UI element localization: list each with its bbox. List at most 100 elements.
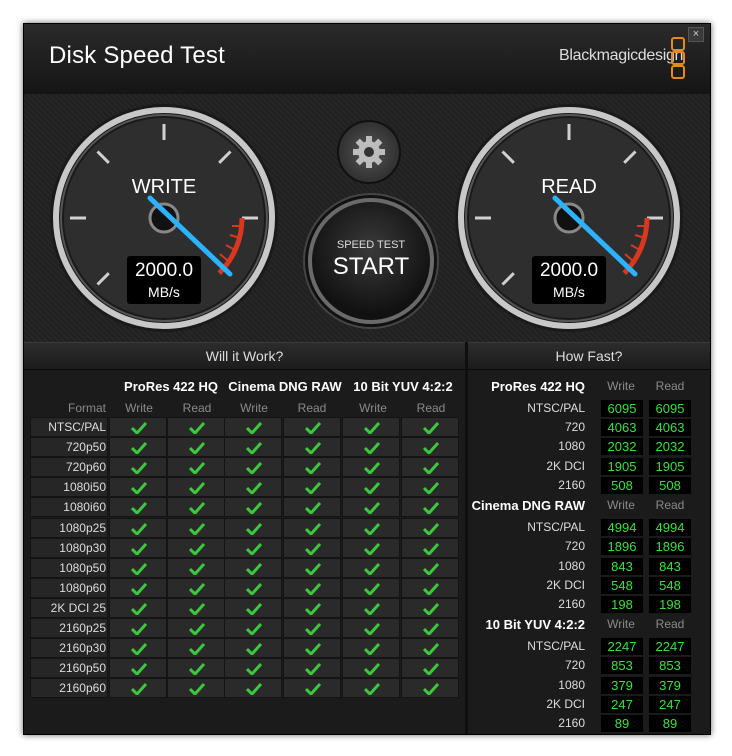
checkmark-icon — [364, 462, 380, 475]
format-row-label: 2160p60 — [59, 681, 106, 696]
checkmark-icon — [246, 542, 262, 555]
speed-row-label: 2K DCI — [546, 577, 585, 592]
checkmark-icon — [305, 522, 321, 535]
read-speed-unit: MB/s — [553, 284, 585, 300]
start-button[interactable]: SPEED TEST START — [308, 198, 434, 324]
checkmark-icon — [305, 562, 321, 575]
checkmark-icon — [189, 663, 205, 676]
checkmark-icon — [246, 482, 262, 495]
write-fps-value: 1896 — [600, 537, 644, 557]
checkmark-icon — [364, 442, 380, 455]
compatibility-cell — [167, 678, 225, 699]
compatibility-cell — [109, 678, 167, 699]
format-column-header: Format — [67, 401, 106, 415]
compatibility-cell — [224, 577, 282, 598]
checkmark-icon — [189, 522, 205, 535]
checkmark-icon — [131, 462, 147, 475]
compatibility-cell — [342, 577, 400, 598]
compatibility-cell — [401, 557, 459, 578]
checkmark-icon — [423, 462, 439, 475]
read-fps-value: 1905 — [648, 456, 692, 476]
checkmark-icon — [246, 623, 262, 635]
compatibility-cell — [283, 477, 341, 498]
compatibility-cell — [109, 497, 167, 518]
compatibility-cell — [109, 557, 167, 578]
compatibility-cell — [401, 537, 459, 558]
speed-row-label: 2160 — [558, 478, 585, 493]
compatibility-cell — [401, 417, 459, 438]
compatibility-cell — [283, 497, 341, 518]
checkmark-icon — [423, 522, 439, 535]
compatibility-cell — [224, 638, 282, 659]
checkmark-icon — [189, 643, 205, 656]
compatibility-cell — [342, 457, 400, 478]
compatibility-cell — [224, 678, 282, 699]
speed-group-title: Cinema DNG RAW — [471, 498, 585, 514]
compatibility-cell — [224, 417, 282, 438]
speed-column-read: Read — [655, 498, 685, 513]
speed-row-label: 1080 — [558, 439, 585, 454]
checkmark-icon — [131, 482, 147, 495]
settings-button[interactable] — [337, 120, 401, 184]
speed-row-label: NTSC/PAL — [527, 400, 585, 415]
close-button[interactable]: × — [688, 27, 704, 42]
write-gauge-label: WRITE — [131, 176, 197, 198]
checkmark-icon — [364, 522, 380, 535]
checkmark-icon — [364, 422, 380, 434]
write-fps-value: 508 — [600, 476, 644, 496]
checkmark-icon — [305, 462, 321, 475]
write-speed-value: 2000.0 — [134, 260, 194, 281]
checkmark-icon — [246, 663, 262, 676]
compatibility-cell — [342, 497, 400, 518]
checkmark-icon — [131, 422, 147, 434]
column-header-write: Write — [240, 401, 268, 415]
checkmark-icon — [423, 643, 439, 656]
compatibility-cell — [401, 457, 459, 478]
compatibility-cell — [224, 497, 282, 518]
read-fps-value: 843 — [648, 556, 692, 576]
checkmark-icon — [246, 562, 262, 575]
checkmark-icon — [364, 602, 380, 615]
compatibility-cell — [167, 658, 225, 679]
column-header-write: Write — [359, 401, 387, 415]
write-fps-value: 1905 — [600, 456, 644, 476]
start-button-sublabel: SPEED TEST — [336, 239, 406, 251]
speed-column-write: Write — [607, 498, 635, 513]
compatibility-cell — [342, 557, 400, 578]
speed-row-label: 720 — [564, 420, 585, 434]
column-header-read: Read — [182, 401, 212, 415]
compatibility-cell — [342, 517, 400, 538]
checkmark-icon — [246, 582, 262, 595]
speed-row-label: 1080 — [558, 677, 585, 692]
column-header-write: Write — [125, 401, 153, 415]
compatibility-cell — [109, 437, 167, 458]
write-fps-value: 4063 — [600, 418, 644, 437]
format-row-label: 1080p25 — [59, 520, 106, 535]
gear-icon — [353, 136, 385, 168]
compatibility-cell — [109, 658, 167, 679]
checkmark-icon — [364, 482, 380, 495]
compatibility-cell — [283, 638, 341, 659]
compatibility-cell — [224, 537, 282, 558]
compatibility-cell — [283, 597, 341, 618]
compatibility-cell — [109, 477, 167, 498]
compatibility-cell — [283, 678, 341, 699]
checkmark-icon — [423, 442, 439, 455]
compatibility-cell — [224, 597, 282, 618]
brand-logo-icon — [671, 37, 685, 79]
compatibility-cell — [401, 497, 459, 518]
app-window: Disk Speed Test Blackmagicdesign × WRITE… — [23, 23, 711, 735]
compatibility-cell — [401, 597, 459, 618]
compatibility-cell — [283, 457, 341, 478]
speed-row-label: 2160 — [558, 597, 585, 612]
read-fps-value: 247 — [648, 695, 692, 714]
checkmark-icon — [131, 542, 147, 555]
checkmark-icon — [364, 663, 380, 676]
checkmark-icon — [246, 462, 262, 475]
checkmark-icon — [364, 562, 380, 575]
compatibility-cell — [224, 437, 282, 458]
read-fps-value: 379 — [648, 675, 692, 695]
compatibility-cell — [167, 537, 225, 558]
read-gauge-label: READ — [541, 176, 597, 198]
checkmark-icon — [189, 502, 205, 515]
